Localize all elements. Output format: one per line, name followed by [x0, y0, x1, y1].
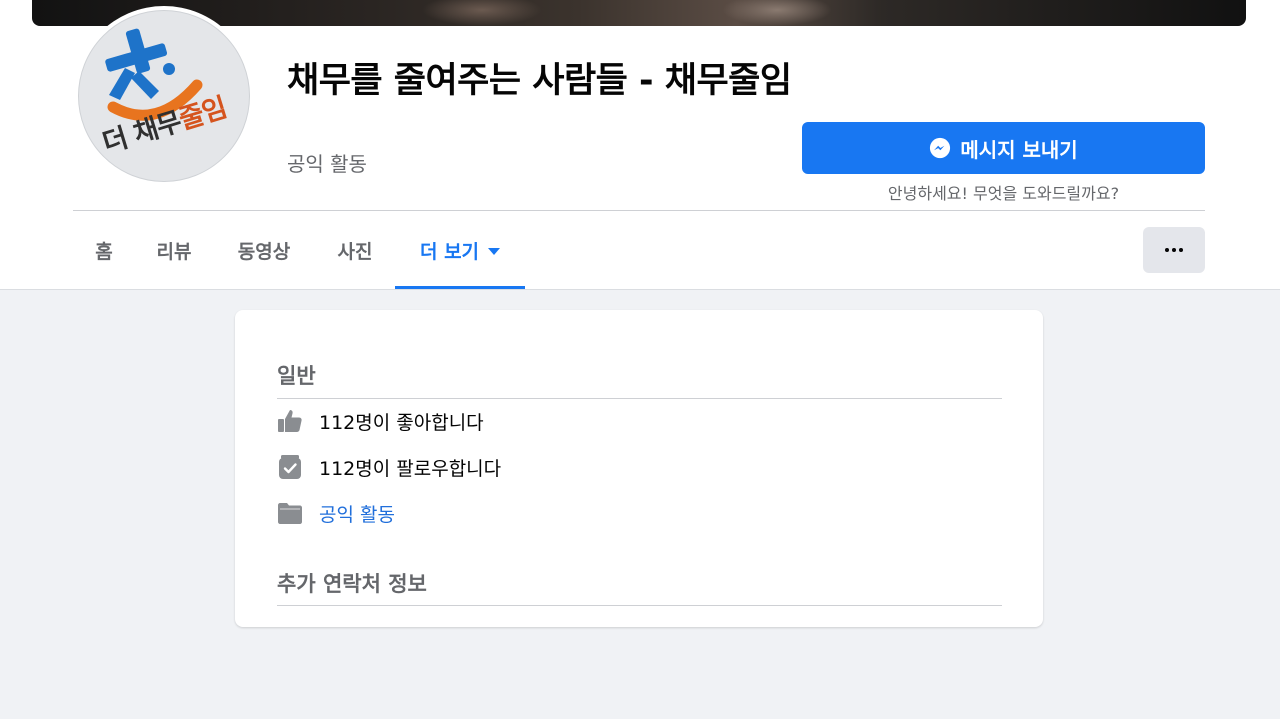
logo-mark-icon [105, 28, 203, 121]
follow-check-icon [277, 454, 303, 480]
tab-home-label: 홈 [95, 240, 113, 263]
dot-icon [1165, 248, 1169, 252]
cover-photo-detail [722, 0, 832, 26]
general-divider [277, 398, 1002, 399]
send-message-button[interactable]: 메시지 보내기 [802, 122, 1205, 174]
page-title: 채무를 줄여주는 사람들 - 채무줄임 [287, 61, 792, 101]
category-link[interactable]: 공익 활동 [319, 500, 395, 527]
dot-icon [1179, 248, 1183, 252]
avatar-logo: 더 채무줄임 [78, 10, 250, 182]
page-header: 더 채무줄임 채무를 줄여주는 사람들 - 채무줄임 공익 활동 메시지 보내기… [0, 0, 1280, 290]
page-category: 공익 활동 [287, 152, 367, 176]
follows-count: 112명이 팔로우합니다 [319, 457, 502, 480]
tab-videos-label: 동영상 [237, 240, 291, 263]
cover-photo-detail [422, 0, 542, 26]
tab-photos[interactable]: 사진 [315, 211, 395, 289]
general-heading: 일반 [277, 364, 316, 388]
tab-reviews-label: 리뷰 [156, 240, 192, 263]
follows-row: 112명이 팔로우합니다 [277, 452, 501, 482]
tab-reviews[interactable]: 리뷰 [135, 211, 213, 289]
likes-count: 112명이 좋아합니다 [319, 411, 484, 434]
tab-more-label: 더 보기 [419, 240, 480, 263]
folder-icon [277, 500, 303, 526]
page-tabs: 홈 리뷰 동영상 사진 더 보기 [73, 211, 525, 289]
tab-photos-label: 사진 [337, 240, 373, 263]
tab-videos[interactable]: 동영상 [213, 211, 315, 289]
category-row: 공익 활동 [277, 498, 395, 528]
thumbs-up-icon [277, 408, 303, 434]
likes-row: 112명이 좋아합니다 [277, 406, 484, 436]
send-message-label: 메시지 보내기 [960, 137, 1078, 162]
contact-heading: 추가 연락처 정보 [277, 572, 427, 596]
message-hint: 안녕하세요! 무엇을 도와드릴까요? [887, 184, 1120, 203]
more-options-button[interactable] [1143, 227, 1205, 273]
about-card: 일반 112명이 좋아합니다 112명이 팔로우합니다 공익 활동 추가 연락처… [235, 310, 1043, 627]
tab-more[interactable]: 더 보기 [395, 211, 525, 289]
tab-home[interactable]: 홈 [73, 211, 135, 289]
profile-avatar[interactable]: 더 채무줄임 [74, 6, 254, 186]
caret-down-icon [488, 248, 501, 255]
messenger-icon [930, 137, 951, 159]
contact-divider [277, 605, 1002, 606]
dot-icon [1172, 248, 1176, 252]
